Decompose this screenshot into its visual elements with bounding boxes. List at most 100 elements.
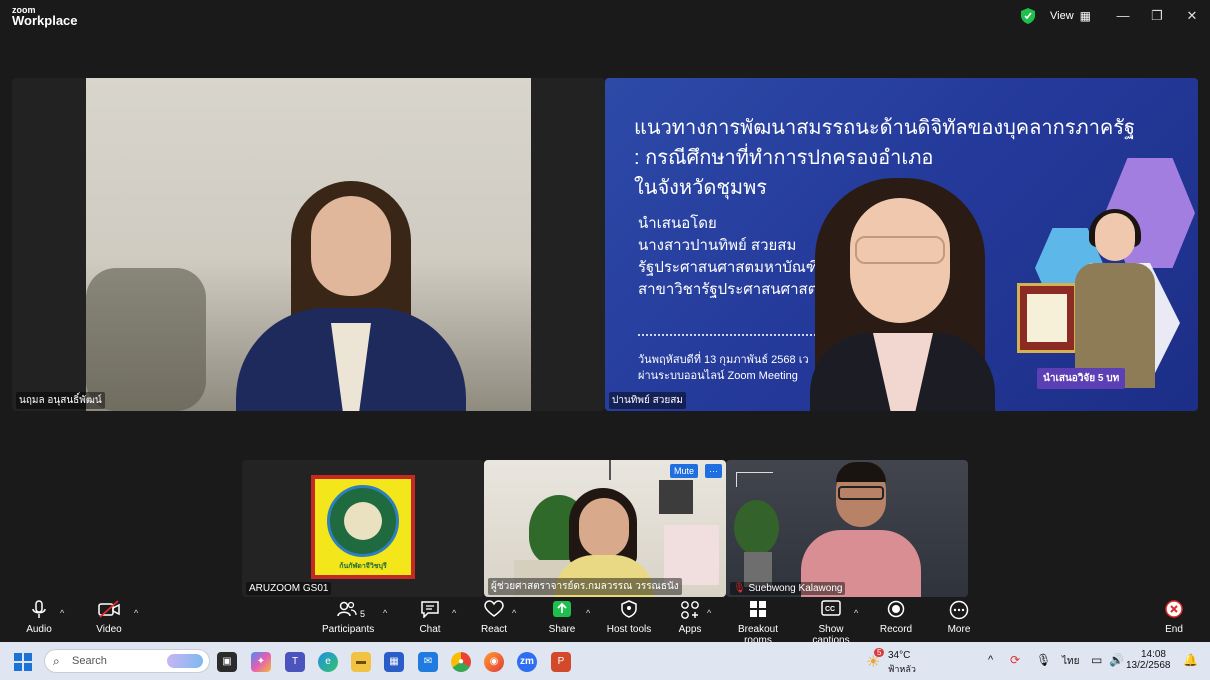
video-label: Video bbox=[96, 624, 122, 635]
host-tools-button[interactable]: Host tools bbox=[604, 600, 654, 635]
apps-label: Apps bbox=[678, 624, 702, 635]
video-tile-main-right[interactable]: แนวทางการพัฒนาสมรรถนะด้านดิจิทัลของบุคลา… bbox=[605, 78, 1198, 411]
tray-overflow-chevron-icon[interactable]: ^ bbox=[988, 654, 993, 666]
react-button[interactable]: React bbox=[477, 600, 511, 635]
participants-count: 5 bbox=[360, 609, 366, 619]
share-options-chevron-icon[interactable]: ^ bbox=[586, 608, 590, 618]
edge-browser-icon[interactable]: e bbox=[318, 652, 338, 672]
video-options-chevron-icon[interactable]: ^ bbox=[134, 608, 138, 618]
participant-name-label: ARUZOOM GS01 bbox=[246, 582, 332, 595]
microphone-icon bbox=[22, 600, 56, 622]
grid-icon: ▦ bbox=[1079, 9, 1091, 23]
microphone-tray-icon[interactable]: 🎙 bbox=[1036, 653, 1051, 667]
store-icon[interactable]: ▦ bbox=[384, 652, 404, 672]
captions-icon: CC bbox=[800, 600, 862, 622]
host-shield-icon bbox=[604, 600, 654, 622]
chrome-browser-icon[interactable]: ● bbox=[451, 652, 471, 672]
clock-time: 14:08 bbox=[1140, 649, 1166, 660]
powerpoint-icon[interactable]: P bbox=[551, 652, 571, 672]
zoom-app-icon[interactable]: zm bbox=[517, 652, 537, 672]
teams-icon[interactable]: T bbox=[285, 652, 305, 672]
search-placeholder: Search bbox=[72, 655, 107, 667]
slide-title-line-2: : กรณีศึกษาที่ทำการปกครองอำเภอ bbox=[634, 147, 934, 169]
chat-icon bbox=[413, 600, 447, 622]
maximize-button[interactable]: ❐ bbox=[1147, 6, 1167, 26]
svg-text:CC: CC bbox=[825, 606, 835, 613]
participant-name-label: 🎙 Suebwong Kalawong bbox=[730, 582, 846, 595]
chat-label: Chat bbox=[419, 624, 441, 635]
slide-presenter-heading: นำเสนอโดย bbox=[638, 215, 717, 232]
share-button[interactable]: Share bbox=[544, 600, 580, 635]
recording-indicator-icon[interactable]: ⟳ bbox=[1010, 653, 1020, 667]
video-tile-main-left[interactable]: นฤมล อนุสนธิ์พัฒน์ bbox=[12, 78, 605, 411]
more-button[interactable]: More bbox=[942, 600, 976, 635]
file-explorer-icon[interactable]: ▬ bbox=[351, 652, 371, 672]
end-meeting-button[interactable]: End bbox=[1158, 600, 1190, 635]
firefox-browser-icon[interactable]: ◉ bbox=[484, 652, 504, 672]
more-options-button[interactable]: ··· bbox=[705, 464, 722, 478]
volume-icon[interactable]: 🔊 bbox=[1109, 653, 1124, 667]
title-bar: zoom Workplace View ▦ — ❐ ✕ bbox=[0, 0, 1210, 33]
video-feed bbox=[484, 460, 726, 597]
windows-taskbar: ⌕ Search ▣ ✦ T e ▬ ▦ ✉ ● ◉ zm P ☀ 5 34°C… bbox=[0, 642, 1210, 680]
audio-options-chevron-icon[interactable]: ^ bbox=[60, 608, 64, 618]
host-tools-label: Host tools bbox=[606, 624, 652, 635]
chat-options-chevron-icon[interactable]: ^ bbox=[452, 608, 456, 618]
meeting-stage: นฤมล อนุสนธิ์พัฒน์ แนวทางการพัฒนาสมรรถนะ… bbox=[0, 33, 1210, 598]
share-label: Share bbox=[548, 624, 576, 635]
show-captions-button[interactable]: CC Show captions bbox=[800, 600, 862, 646]
record-button[interactable]: Record bbox=[879, 600, 913, 635]
heart-icon bbox=[477, 600, 511, 622]
slide-major: สาขาวิชารัฐประศาสนศาสตร์ bbox=[638, 281, 826, 298]
search-highlight-image bbox=[167, 654, 203, 668]
task-view-icon[interactable]: ▣ bbox=[217, 652, 237, 672]
apps-options-chevron-icon[interactable]: ^ bbox=[707, 608, 711, 618]
network-icon[interactable]: ▭ bbox=[1091, 653, 1102, 667]
mute-button[interactable]: Mute bbox=[669, 464, 698, 478]
notification-bell-icon[interactable]: 🔔 bbox=[1183, 653, 1198, 667]
slide-presenter-name: นางสาวปานทิพย์ สวยสม bbox=[638, 237, 797, 254]
record-label: Record bbox=[879, 624, 913, 635]
award-plaque-image bbox=[1017, 283, 1077, 353]
audio-label: Audio bbox=[26, 624, 52, 635]
taskbar-search-box[interactable]: ⌕ Search bbox=[44, 649, 210, 673]
video-tile-bottom-3[interactable]: 🎙 Suebwong Kalawong bbox=[726, 460, 968, 597]
breakout-rooms-button[interactable]: Breakout rooms bbox=[725, 600, 791, 646]
view-button[interactable]: View ▦ bbox=[1050, 9, 1091, 23]
chat-button[interactable]: Chat bbox=[413, 600, 447, 635]
slide-badge: นำเสนอวิจัย 5 บท bbox=[1037, 368, 1126, 389]
security-shield-icon[interactable] bbox=[1021, 8, 1035, 24]
meeting-controls: Audio ^ Video ^ Participants 5 ^ Chat ^ … bbox=[0, 598, 1210, 646]
clock-date: 13/2/2568 bbox=[1126, 660, 1171, 671]
apps-button[interactable]: Apps bbox=[673, 600, 707, 635]
video-tile-bottom-2[interactable]: Mute ··· ผู้ช่วยศาสตราจารย์ดร.กมลวรรณ วร… bbox=[484, 460, 726, 597]
share-screen-icon bbox=[544, 600, 580, 622]
audio-button[interactable]: Audio bbox=[22, 600, 56, 635]
end-x-icon bbox=[1158, 600, 1190, 622]
search-icon: ⌕ bbox=[53, 654, 60, 668]
minimize-button[interactable]: — bbox=[1113, 6, 1133, 26]
slide-divider bbox=[638, 334, 828, 336]
video-button[interactable]: Video bbox=[92, 600, 126, 635]
captions-options-chevron-icon[interactable]: ^ bbox=[854, 608, 858, 618]
weather-badge: 5 bbox=[874, 648, 885, 657]
slide-title-line-1: แนวทางการพัฒนาสมรรถนะด้านดิจิทัลของบุคลา… bbox=[634, 117, 1136, 139]
more-label: More bbox=[947, 624, 971, 635]
input-language[interactable]: ไทย bbox=[1062, 654, 1079, 669]
video-tile-bottom-1[interactable]: ก้นกัฬดาจีวิชบุรี ARUZOOM GS01 bbox=[242, 460, 484, 597]
react-label: React bbox=[480, 624, 508, 635]
windows-start-icon[interactable] bbox=[14, 653, 32, 671]
participant-name-label: ผู้ช่วยศาสตราจารย์ดร.กมลวรรณ วรรณธนัง bbox=[488, 578, 682, 595]
participants-options-chevron-icon[interactable]: ^ bbox=[383, 608, 387, 618]
react-options-chevron-icon[interactable]: ^ bbox=[512, 608, 516, 618]
copilot-icon[interactable]: ✦ bbox=[251, 652, 271, 672]
participant-name-label: นฤมล อนุสนธิ์พัฒน์ bbox=[16, 392, 105, 409]
clock[interactable]: 14:08 13/2/2568 bbox=[1126, 649, 1171, 671]
uniformed-person-image bbox=[1075, 209, 1155, 388]
end-label: End bbox=[1165, 624, 1183, 635]
close-window-button[interactable]: ✕ bbox=[1182, 6, 1202, 26]
weather-desc: ฟ้าหลัว bbox=[888, 664, 916, 674]
more-dots-icon bbox=[942, 600, 976, 622]
mail-icon[interactable]: ✉ bbox=[418, 652, 438, 672]
university-logo: ก้นกัฬดาจีวิชบุรี bbox=[311, 475, 415, 579]
